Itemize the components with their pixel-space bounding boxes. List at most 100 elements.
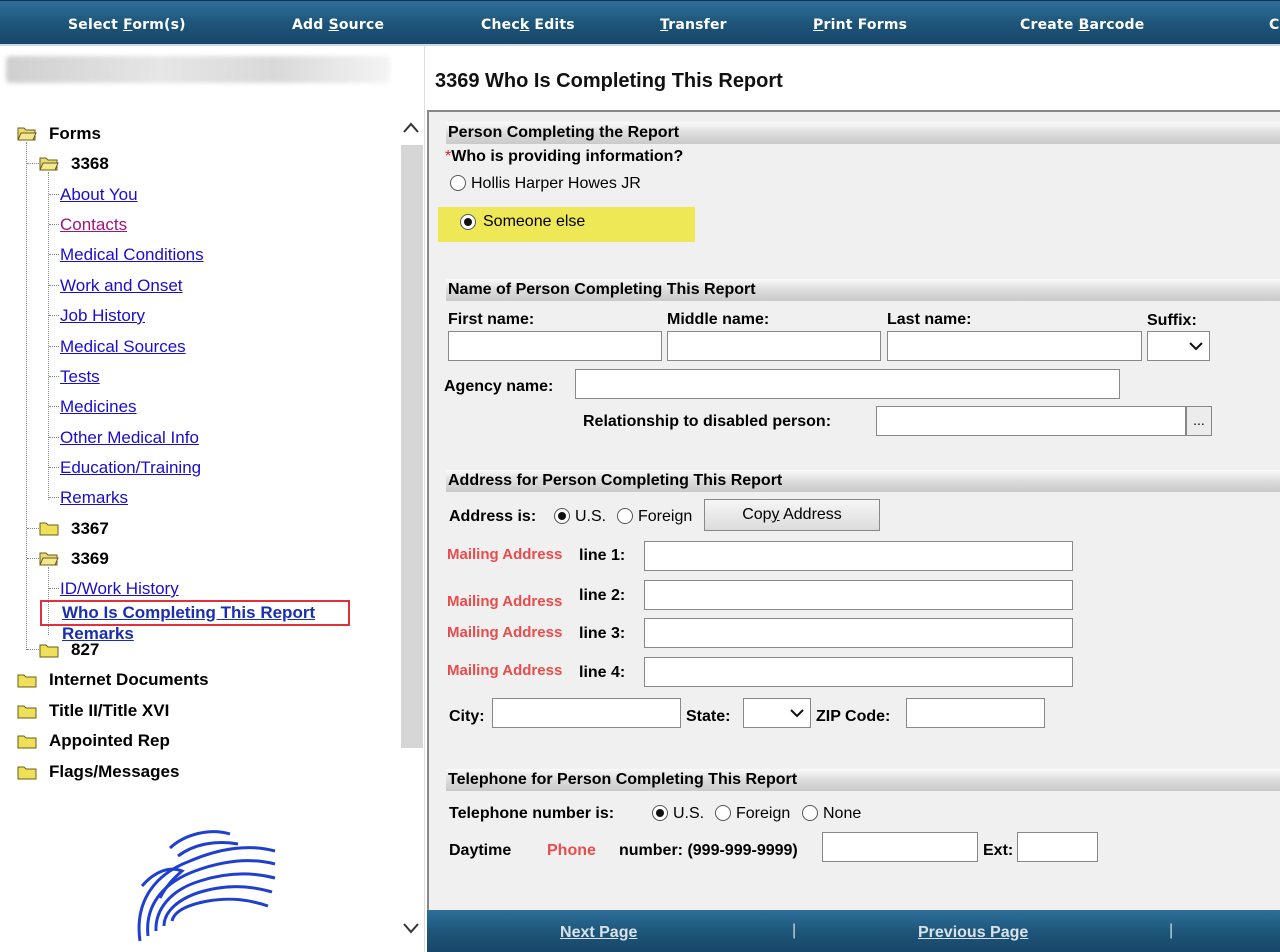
line1-label: line 1: [579, 547, 626, 564]
address-line4-input[interactable] [644, 657, 1073, 687]
daytime-phone-input[interactable] [822, 832, 978, 862]
middle-name-input[interactable] [667, 331, 881, 361]
bottom-separator: | [792, 922, 797, 939]
next-page-button[interactable]: Next Page [560, 924, 637, 942]
chevron-down-icon [790, 709, 804, 718]
tree-link-education-training[interactable]: Education/Training [60, 458, 201, 478]
tree-link-tests[interactable]: Tests [60, 367, 100, 387]
tree-node-flags-messages[interactable]: Flags/Messages [49, 762, 179, 782]
first-name-input[interactable] [448, 331, 662, 361]
tree-connector [27, 163, 39, 164]
tree-node-3369[interactable]: 3369 [71, 549, 109, 569]
agency-name-input[interactable] [575, 369, 1120, 399]
ext-label: Ext: [983, 842, 1014, 859]
tree-connector [27, 558, 39, 559]
previous-page-button[interactable]: Previous Page [918, 924, 1028, 942]
tree-node-title-ii-xvi[interactable]: Title II/Title XVI [49, 701, 169, 721]
open-folder-icon[interactable] [39, 551, 59, 566]
address-line1-input[interactable] [644, 541, 1073, 571]
tree-link-other-medical-info[interactable]: Other Medical Info [60, 428, 199, 448]
radio-someone-else[interactable] [460, 214, 476, 230]
city-input[interactable] [492, 698, 681, 728]
scroll-down-icon[interactable] [401, 920, 421, 936]
tree-node-3367[interactable]: 3367 [71, 519, 109, 539]
add-source-button[interactable]: Add Source [292, 17, 384, 33]
tree-link-medical-sources[interactable]: Medical Sources [60, 337, 186, 357]
open-folder-icon[interactable] [17, 126, 37, 141]
line2-label: line 2: [579, 587, 626, 604]
section-header-address: Address for Person Completing This Repor… [446, 470, 1280, 492]
check-edits-button[interactable]: Check Edits [481, 17, 575, 33]
tree-node-appointed-rep[interactable]: Appointed Rep [49, 731, 170, 751]
tree-connector [49, 406, 59, 407]
mailing-address-label-2: Mailing Address [447, 593, 563, 610]
radio-phone-none[interactable] [802, 805, 818, 821]
tree-node-3368[interactable]: 3368 [71, 154, 109, 174]
telephone-is-label: Telephone number is: [449, 805, 615, 822]
truncated-toolbar-button[interactable]: C [1269, 17, 1279, 33]
transfer-button[interactable]: Transfer [660, 17, 727, 33]
first-name-label: First name: [448, 311, 535, 328]
radio-address-us-label: U.S. [575, 508, 607, 525]
tree-node-internet-documents[interactable]: Internet Documents [49, 670, 209, 690]
folder-icon[interactable] [39, 643, 59, 658]
suffix-label: Suffix: [1147, 312, 1197, 329]
tree-link-contacts[interactable]: Contacts [60, 215, 127, 235]
suffix-select[interactable] [1147, 331, 1210, 361]
section-header-name: Name of Person Completing This Report [446, 279, 1280, 301]
ext-input[interactable] [1017, 832, 1098, 862]
line4-label: line 4: [579, 664, 626, 681]
radio-claimant[interactable] [450, 175, 466, 191]
relationship-lookup-button[interactable]: ... [1186, 406, 1212, 436]
tree-link-remarks-3368[interactable]: Remarks [60, 488, 128, 508]
last-name-input[interactable] [887, 331, 1142, 361]
folder-icon[interactable] [39, 521, 59, 536]
tree-link-who-is-completing[interactable]: Who Is Completing This Report [62, 603, 315, 623]
scroll-up-icon[interactable] [401, 120, 421, 136]
open-folder-icon[interactable] [39, 156, 59, 171]
select-forms-button[interactable]: Select Form(s) [68, 17, 186, 33]
tree-connector [26, 142, 27, 650]
radio-address-us[interactable] [554, 508, 570, 524]
tree-connector [49, 497, 59, 498]
tree-link-id-work-history[interactable]: ID/Work History [60, 579, 179, 599]
state-select[interactable] [743, 698, 811, 728]
number-format-label: number: (999-999-9999) [619, 842, 798, 859]
radio-phone-foreign[interactable] [715, 805, 731, 821]
tree-connector [49, 285, 59, 286]
relationship-input[interactable] [876, 406, 1186, 436]
section-header-telephone: Telephone for Person Completing This Rep… [446, 769, 1280, 791]
radio-phone-foreign-label: Foreign [736, 805, 791, 822]
zip-input[interactable] [906, 698, 1045, 728]
address-line2-input[interactable] [644, 580, 1073, 610]
address-is-label: Address is: [449, 508, 537, 525]
zip-label: ZIP Code: [816, 708, 891, 725]
tree-connector [49, 437, 59, 438]
phone-label: Phone [547, 842, 596, 859]
radio-claimant-label: Hollis Harper Howes JR [471, 175, 641, 192]
mailing-address-label-1: Mailing Address [447, 546, 563, 563]
folder-icon[interactable] [17, 704, 37, 719]
tree-link-medical-conditions[interactable]: Medical Conditions [60, 245, 204, 265]
tree-scrollbar[interactable] [401, 145, 423, 748]
radio-phone-us[interactable] [652, 805, 668, 821]
create-barcode-button[interactable]: Create Barcode [1020, 17, 1144, 33]
folder-icon[interactable] [17, 765, 37, 780]
folder-icon[interactable] [17, 734, 37, 749]
tree-link-job-history[interactable]: Job History [60, 306, 145, 326]
last-name-label: Last name: [887, 311, 972, 328]
line3-label: line 3: [579, 625, 626, 642]
address-line3-input[interactable] [644, 618, 1073, 648]
tree-link-about-you[interactable]: About You [60, 185, 138, 205]
tree-link-work-and-onset[interactable]: Work and Onset [60, 276, 183, 296]
copy-address-button[interactable]: Copy Address [704, 499, 880, 531]
tree-connector [49, 254, 59, 255]
tree-node-827[interactable]: 827 [71, 640, 99, 660]
tree-connector [27, 649, 39, 650]
bottom-navigation-bar: Next Page | Previous Page | [427, 910, 1280, 952]
print-forms-button[interactable]: Print Forms [813, 17, 907, 33]
folder-icon[interactable] [17, 673, 37, 688]
tree-node-forms[interactable]: Forms [49, 124, 101, 144]
tree-link-medicines[interactable]: Medicines [60, 397, 137, 417]
radio-address-foreign[interactable] [617, 508, 633, 524]
